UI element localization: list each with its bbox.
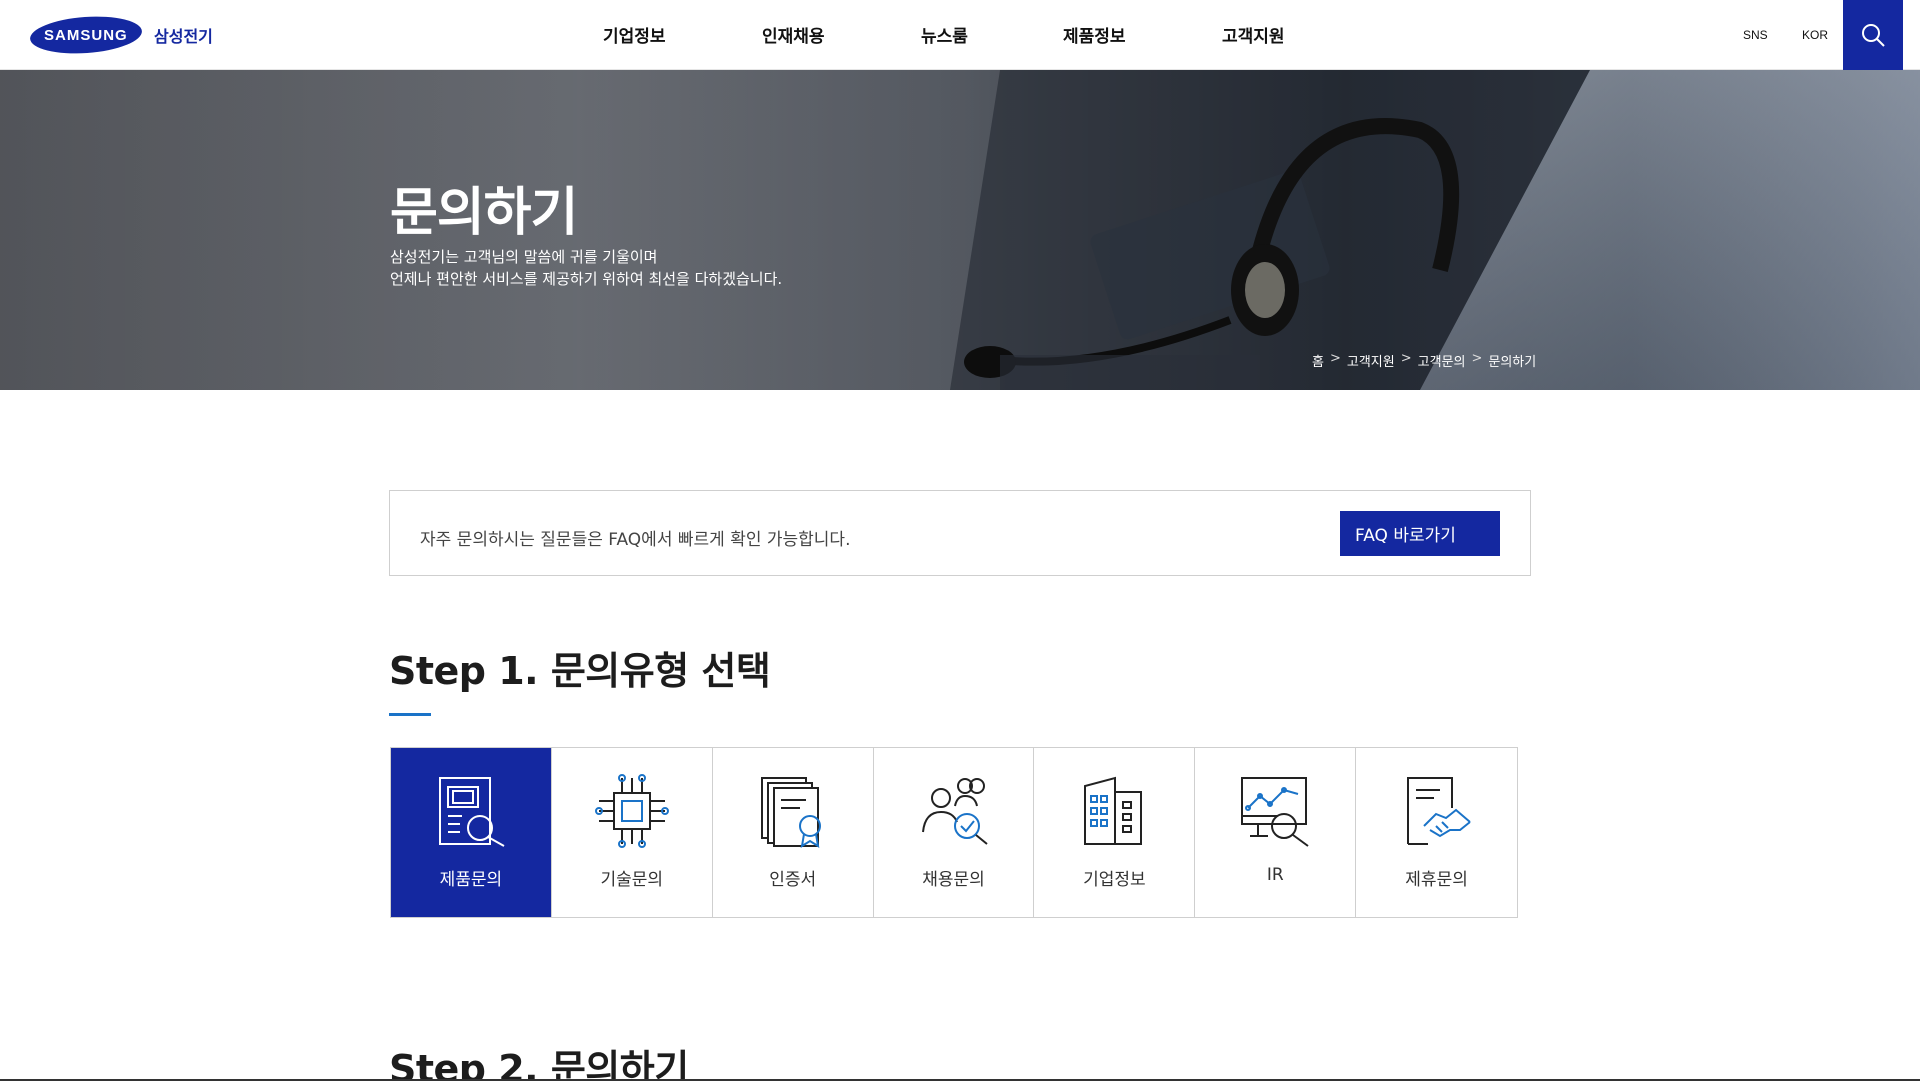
search-icon (1862, 24, 1885, 47)
type-product-inquiry[interactable]: 제품문의 (391, 748, 552, 917)
nav-company-info[interactable]: 기업정보 (603, 22, 666, 47)
hero-description: 삼성전기는 고객님의 말씀에 귀를 기울이며 언제나 편안한 서비스를 제공하기… (390, 246, 950, 290)
type-recruit-inquiry[interactable]: 채용문의 (873, 748, 1035, 917)
breadcrumb-current: 문의하기 (1488, 355, 1537, 370)
type-label: 기술문의 (600, 870, 664, 890)
type-label: 제품문의 (439, 870, 503, 890)
recruit-icon (921, 778, 988, 845)
type-label: 기업정보 (1083, 870, 1146, 890)
language-selector[interactable]: KOR (1802, 28, 1828, 42)
type-company-info[interactable]: 기업정보 (1034, 748, 1196, 917)
breadcrumb-separator: > (1400, 351, 1412, 366)
type-tech-inquiry[interactable]: 기술문의 (551, 748, 713, 917)
chip-icon (594, 774, 669, 848)
breadcrumb-support[interactable]: 고객지원 (1347, 351, 1395, 370)
hero-description-line2: 언제나 편안한 서비스를 제공하기 위하여 최선을 다하겠습니다. (390, 270, 783, 288)
faq-notice-text: 자주 문의하시는 질문들은 FAQ에서 빠르게 확인 가능합니다. (420, 530, 851, 550)
breadcrumb-home[interactable]: 홈 (1312, 351, 1324, 370)
breadcrumb-customer-inquiry[interactable]: 고객문의 (1418, 351, 1466, 370)
product-inquiry-icon (438, 777, 505, 847)
nav-support[interactable]: 고객지원 (1222, 22, 1285, 47)
building-icon (1084, 776, 1143, 845)
faq-notice-box: 자주 문의하시는 질문들은 FAQ에서 빠르게 확인 가능합니다. FAQ 바로… (389, 490, 1531, 576)
step2-title: Step 2. 문의하기 (389, 1047, 689, 1081)
certificate-icon (760, 777, 821, 848)
breadcrumb-separator: > (1471, 351, 1483, 366)
partnership-icon (1406, 777, 1471, 845)
type-certificate[interactable]: 인증서 (712, 748, 874, 917)
type-ir[interactable]: IR (1195, 748, 1357, 917)
nav-products[interactable]: 제품정보 (1063, 22, 1126, 47)
samsung-logo-oval: SAMSUNG (28, 13, 144, 57)
breadcrumb: 홈 > 고객지원 > 고객문의 > 문의하기 (1312, 351, 1536, 370)
nav-recruit[interactable]: 인재채용 (762, 22, 825, 47)
step1-title: Step 1. 문의유형 선택 (389, 649, 771, 693)
type-partnership-inquiry[interactable]: 제휴문의 (1356, 748, 1518, 917)
nav-newsroom[interactable]: 뉴스룸 (921, 22, 968, 47)
inquiry-type-grid: 제품문의 기술문의 인증서 채용문의 기업정보 IR 제휴문의 (390, 747, 1518, 918)
type-label: 제휴문의 (1405, 870, 1468, 890)
search-button[interactable] (1843, 0, 1903, 70)
breadcrumb-separator: > (1329, 351, 1341, 366)
ir-chart-icon (1241, 777, 1309, 847)
samsung-logo[interactable]: SAMSUNG 삼성전기 (28, 13, 213, 57)
site-header: SAMSUNG 삼성전기 기업정보 인재채용 뉴스룸 제품정보 고객지원 SNS… (0, 0, 1920, 70)
type-label: 인증서 (769, 870, 817, 890)
logo-text: SAMSUNG (44, 26, 128, 44)
hero-banner: 문의하기 삼성전기는 고객님의 말씀에 귀를 기울이며 언제나 편안한 서비스를… (0, 70, 1920, 390)
type-label: IR (1266, 865, 1284, 885)
headset-background-image (0, 70, 1920, 390)
type-label: 채용문의 (922, 870, 985, 890)
logo-kor-text: 삼성전기 (154, 27, 213, 46)
hero-description-line1: 삼성전기는 고객님의 말씀에 귀를 기울이며 (390, 248, 658, 266)
step1-accent-bar (389, 713, 431, 716)
faq-shortcut-button[interactable]: FAQ 바로가기 (1340, 511, 1500, 556)
page-title: 문의하기 (390, 183, 578, 243)
sns-link[interactable]: SNS (1743, 28, 1768, 42)
